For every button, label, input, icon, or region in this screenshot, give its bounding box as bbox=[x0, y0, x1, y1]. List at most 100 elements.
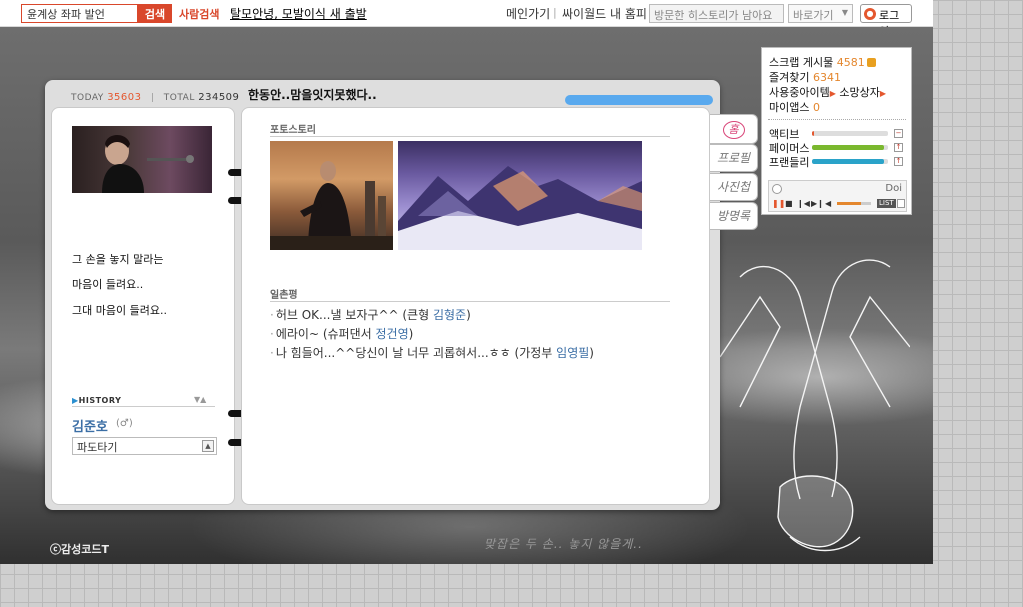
song-title: Doi bbox=[885, 183, 902, 194]
favorites-label: 즐겨찾기 bbox=[769, 71, 810, 84]
history-toggle-icon[interactable]: ▼▲ bbox=[194, 395, 206, 404]
tab-profile[interactable]: 프로필 bbox=[710, 144, 758, 172]
tab-home[interactable]: 홈 bbox=[710, 114, 758, 144]
friendly-bar bbox=[812, 159, 888, 164]
bullet-icon: · bbox=[270, 346, 274, 360]
one-line-comments-title: 일촌평 bbox=[270, 290, 298, 301]
total-label: TOTAL bbox=[163, 93, 195, 103]
my-apps-link[interactable]: 마이앱스 0 bbox=[769, 99, 820, 115]
top-navigation-bar: 검색 사람검색 탈모안녕, 모발이식 새 출발 메인가기 | 싸이월드 내 홈피… bbox=[0, 0, 933, 38]
stats-divider bbox=[768, 119, 906, 120]
scrap-posts-link[interactable]: 스크랩 게시물 4581 bbox=[769, 54, 876, 70]
owner-name: 김준호 bbox=[72, 420, 108, 435]
comment-close: ) bbox=[466, 308, 471, 322]
comment-row: · 나 힘들어...^^당신이 날 너무 괴롭혀서...ㅎㅎ (가정부 임영필) bbox=[270, 344, 594, 361]
next-icon[interactable]: ▶❙ bbox=[811, 199, 824, 208]
chevron-down-icon: ▼ bbox=[841, 8, 848, 17]
tab-guestbook[interactable]: 방명록 bbox=[710, 202, 758, 230]
tab-home-label: 홈 bbox=[722, 121, 745, 139]
friendly-bar-fill bbox=[812, 159, 885, 164]
comment-row: · 허브 OK...낼 보자구^^ (큰형 김형준) bbox=[270, 306, 471, 323]
tab-photo-album[interactable]: 사진첩 bbox=[710, 173, 758, 201]
main-page-link[interactable]: 메인가기 bbox=[506, 5, 550, 22]
photo-story-image-1[interactable] bbox=[270, 141, 393, 250]
friendly-label: 프랜들리 bbox=[769, 156, 810, 169]
profile-panel: 그 손을 놓지 말라는 마음이 들려요.. 그대 마음이 들려요.. ▶HIST… bbox=[51, 107, 235, 505]
volume-fill bbox=[837, 202, 861, 205]
items-in-use-link[interactable]: 사용중아이템 bbox=[769, 86, 830, 99]
visitor-counter: TODAY 35603 | TOTAL 234509 bbox=[71, 92, 239, 103]
comment-text: 나 힘들어...^^당신이 날 너무 괴롭혀서...ㅎㅎ (가정부 bbox=[275, 346, 557, 360]
skin-caption: 맞잡은 두 손.. 놓지 않을게.. bbox=[484, 537, 643, 551]
goto-dropdown[interactable]: 바로가기 ▼ bbox=[788, 4, 853, 23]
history-divider bbox=[72, 406, 215, 407]
profile-text-line-3: 그대 마음이 들려요.. bbox=[72, 304, 167, 317]
profile-text-line-2: 마음이 들려요.. bbox=[72, 278, 144, 291]
friend-name-link[interactable]: 임영필 bbox=[556, 346, 589, 360]
owner-gender: (♂) bbox=[116, 418, 133, 429]
profile-text-line-1: 그 손을 놓지 말라는 bbox=[72, 253, 164, 266]
home-content-panel: 포토스토리 일촌평 · 허브 OK...낼 보자구^^ (큰형 김형준) · 에라이… bbox=[241, 107, 710, 505]
comment-text: 허브 OK...낼 보자구^^ (큰형 bbox=[275, 308, 433, 322]
search-button[interactable]: 검색 bbox=[138, 4, 172, 23]
scrap-posts-label: 스크랩 게시물 bbox=[769, 56, 834, 69]
photo-story-image-2-art bbox=[398, 166, 642, 250]
photo-story-title: 포토스토리 bbox=[270, 125, 316, 136]
my-homepage-link[interactable]: 싸이월드 내 홈피 bbox=[562, 5, 647, 22]
goto-dropdown-label: 바로가기 bbox=[793, 9, 834, 22]
wave-surfing-label: 파도타기 bbox=[77, 441, 118, 454]
pause-icon[interactable]: ❚❚ bbox=[772, 199, 785, 208]
homepage-title: 한동안..맘을잇지못했다.. bbox=[248, 88, 377, 102]
nav-separator: | bbox=[553, 6, 557, 19]
login-icon: ● bbox=[864, 8, 876, 20]
friendly-button[interactable]: ↑ bbox=[894, 157, 903, 166]
counter-separator: | bbox=[150, 93, 155, 103]
famous-bar-fill bbox=[812, 145, 885, 150]
visited-history-button[interactable]: 방문한 히스토리가 남아요 bbox=[649, 4, 784, 23]
active-bar bbox=[812, 131, 888, 136]
scrap-icon bbox=[866, 58, 876, 67]
triangle-right-icon: ▶ bbox=[72, 396, 79, 405]
cd-icon bbox=[772, 184, 782, 194]
previous-icon[interactable]: ❙◀ bbox=[797, 199, 810, 208]
famous-bar bbox=[812, 145, 888, 150]
volume-icon[interactable]: ◀ bbox=[825, 199, 831, 208]
comment-close: ) bbox=[408, 327, 414, 341]
bullet-icon: · bbox=[270, 327, 274, 341]
photo-story-image-1-art bbox=[270, 161, 393, 250]
history-label-text: HISTORY bbox=[78, 396, 122, 405]
music-player: Doi ❚❚ ■ ❙◀ ▶❙ ◀ LIST bbox=[768, 180, 907, 212]
search-input[interactable] bbox=[21, 4, 138, 23]
chevron-up-icon: ▲ bbox=[202, 440, 214, 452]
section-divider bbox=[270, 301, 670, 302]
expand-icon[interactable] bbox=[897, 199, 905, 208]
today-label: TODAY bbox=[71, 93, 104, 103]
caret-right-icon: ▶ bbox=[879, 89, 887, 98]
friend-name-link[interactable]: 김형준 bbox=[433, 308, 466, 322]
photo-story-image-2[interactable] bbox=[398, 141, 642, 250]
items-row: 사용중아이템▶ 소망상자▶ bbox=[769, 84, 886, 100]
title-highlight-decoration bbox=[565, 95, 713, 105]
wave-surfing-dropdown[interactable]: 파도타기 ▲ bbox=[72, 437, 217, 455]
holding-hands-illustration bbox=[720, 259, 910, 552]
wish-box-link[interactable]: 소망상자 bbox=[839, 86, 879, 99]
total-count: 234509 bbox=[198, 92, 240, 103]
friend-name-link[interactable]: 정건영 bbox=[375, 327, 408, 341]
stop-icon[interactable]: ■ bbox=[785, 199, 793, 208]
section-divider bbox=[270, 136, 670, 137]
famous-button[interactable]: ↑ bbox=[894, 143, 903, 152]
people-search-link[interactable]: 사람검색 bbox=[179, 6, 219, 22]
news-headline-link[interactable]: 탈모안녕, 모발이식 새 출발 bbox=[230, 5, 367, 22]
comment-close: ) bbox=[589, 346, 594, 360]
history-label[interactable]: ▶HISTORY bbox=[72, 396, 121, 405]
active-bar-fill bbox=[812, 131, 814, 136]
profile-photo-image bbox=[102, 135, 194, 193]
active-button[interactable]: − bbox=[894, 129, 903, 138]
favorites-link[interactable]: 즐겨찾기 6341 bbox=[769, 69, 841, 85]
login-button[interactable]: ● 로그인 bbox=[860, 4, 912, 38]
scrap-posts-count: 4581 bbox=[836, 56, 865, 69]
skin-copyright: ⓒ감성코드T bbox=[50, 543, 109, 556]
volume-slider[interactable] bbox=[837, 202, 871, 205]
caret-right-icon: ▶ bbox=[829, 89, 836, 98]
playlist-button[interactable]: LIST bbox=[877, 199, 896, 208]
